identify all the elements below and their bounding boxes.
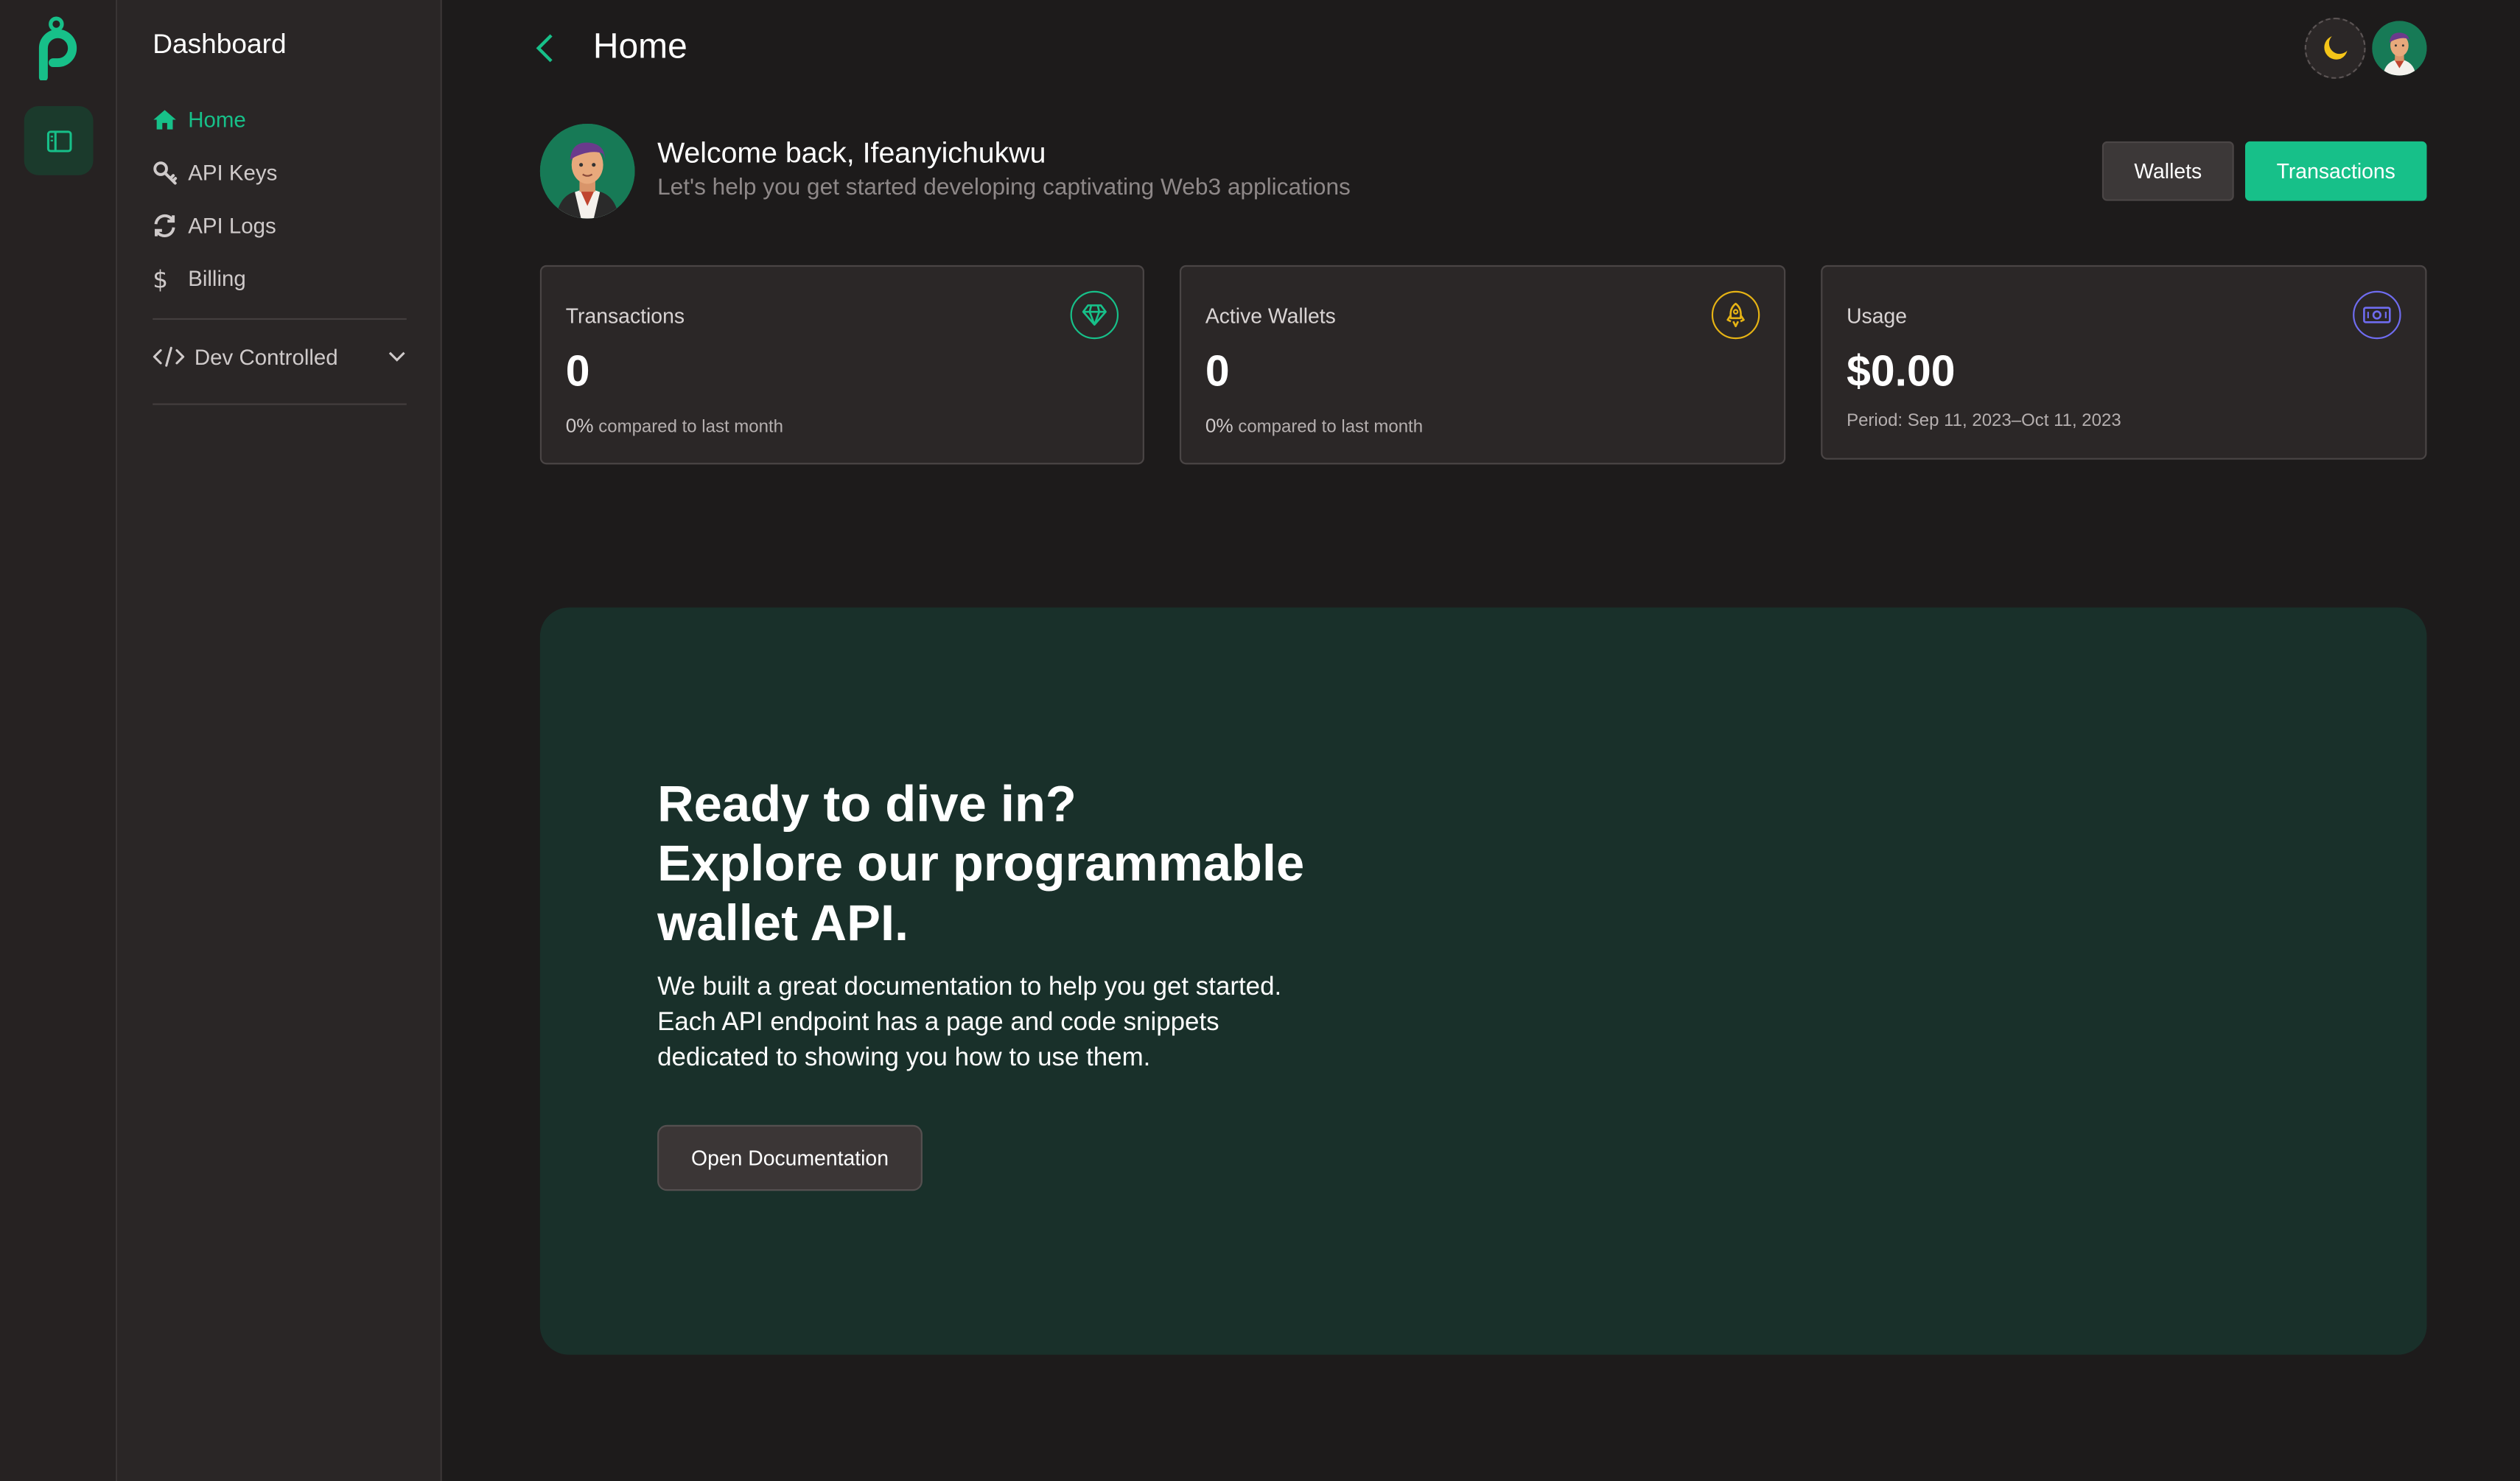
sidebar-group-dev-controlled[interactable]: Dev Controlled xyxy=(153,329,407,384)
card-label: Usage xyxy=(1847,304,1908,328)
refresh-icon xyxy=(153,213,188,239)
banner-body-line: We built a great documentation to help y… xyxy=(657,973,1282,1001)
card-foot-text: compared to last month xyxy=(598,418,783,438)
chevron-down-icon[interactable] xyxy=(388,350,407,363)
key-icon xyxy=(153,160,188,186)
chevron-left-icon xyxy=(536,34,553,63)
home-icon xyxy=(153,107,188,133)
sidebar-item-api-keys[interactable]: API Keys xyxy=(153,146,407,199)
card-change: 0% xyxy=(565,414,594,438)
card-footnote: 0% compared to last month xyxy=(566,415,783,438)
cash-icon xyxy=(2353,290,2401,340)
card-label: Active Wallets xyxy=(1205,304,1336,328)
welcome-avatar xyxy=(539,123,635,219)
sidebar-item-label: Billing xyxy=(188,267,246,291)
banner-heading-line: Explore our programmable xyxy=(657,833,1305,892)
sidebar-group-label: Dev Controlled xyxy=(194,344,338,369)
page-title: Home xyxy=(592,25,687,66)
moon-icon xyxy=(2324,36,2348,60)
sidebar-toggle-button[interactable] xyxy=(24,105,94,175)
sidebar-divider xyxy=(153,403,407,405)
app-root: Dashboard Home API Keys API Logs $ Billi… xyxy=(0,0,2520,1481)
banner-body: We built a great documentation to help y… xyxy=(657,970,1365,1076)
stat-card-usage: Usage $0.00 Period: Sep 11, 2023–Oct 11,… xyxy=(1821,265,2427,460)
sidebar-item-home[interactable]: Home xyxy=(153,94,407,147)
sidebar-nav: Home API Keys API Logs $ Billing Dev Con… xyxy=(153,94,407,415)
sidebar-divider xyxy=(153,318,407,321)
card-value: $0.00 xyxy=(1847,347,1956,396)
sidebar-panel-icon xyxy=(46,130,71,152)
sidebar-item-label: API Keys xyxy=(188,161,278,185)
card-change: 0% xyxy=(1205,414,1233,438)
rocket-icon xyxy=(1711,290,1760,340)
user-avatar[interactable] xyxy=(2372,21,2427,76)
open-documentation-button[interactable]: Open Documentation xyxy=(657,1124,923,1191)
documentation-banner: Ready to dive in? Explore our programmab… xyxy=(539,607,2427,1355)
dollar-icon: $ xyxy=(153,264,169,294)
banner-heading-line: wallet API. xyxy=(657,893,909,952)
banner-heading: Ready to dive in? Explore our programmab… xyxy=(657,774,1396,953)
card-foot-text: compared to last month xyxy=(1238,418,1424,438)
stat-card-transactions: Transactions 0 0% compared to last month xyxy=(539,265,1144,465)
theme-toggle-button[interactable] xyxy=(2304,17,2366,79)
sidebar-item-label: API Logs xyxy=(188,214,276,238)
sidebar-item-billing[interactable]: $ Billing xyxy=(153,252,407,305)
banner-heading-line: Ready to dive in? xyxy=(657,774,1077,833)
card-footnote: 0% compared to last month xyxy=(1205,415,1423,438)
transactions-button[interactable]: Transactions xyxy=(2244,141,2427,201)
sidebar-title: Dashboard xyxy=(153,29,287,60)
icon-rail xyxy=(0,0,118,1481)
wallets-button[interactable]: Wallets xyxy=(2101,141,2234,201)
card-footnote: Period: Sep 11, 2023–Oct 11, 2023 xyxy=(1847,411,2121,431)
welcome-subtitle: Let's help you get started developing ca… xyxy=(657,175,1351,201)
banner-body-line: Each API endpoint has a page and code sn… xyxy=(657,1009,1219,1037)
sidebar-item-label: Home xyxy=(188,108,246,132)
card-value: 0 xyxy=(565,347,590,396)
code-icon xyxy=(153,346,195,368)
card-value: 0 xyxy=(1205,347,1230,396)
banner-body-line: dedicated to showing you how to use them… xyxy=(657,1044,1151,1072)
back-button[interactable] xyxy=(535,30,564,66)
stat-card-active-wallets: Active Wallets 0 0% compared to last mon… xyxy=(1179,265,1786,465)
sidebar: Dashboard Home API Keys API Logs $ Billi… xyxy=(117,0,442,1481)
brand-logo-icon[interactable] xyxy=(35,16,80,82)
welcome-title: Welcome back, Ifeanyichukwu xyxy=(657,136,1046,169)
sidebar-item-api-logs[interactable]: API Logs xyxy=(153,199,407,252)
diamond-icon xyxy=(1070,290,1119,340)
card-label: Transactions xyxy=(565,304,685,328)
